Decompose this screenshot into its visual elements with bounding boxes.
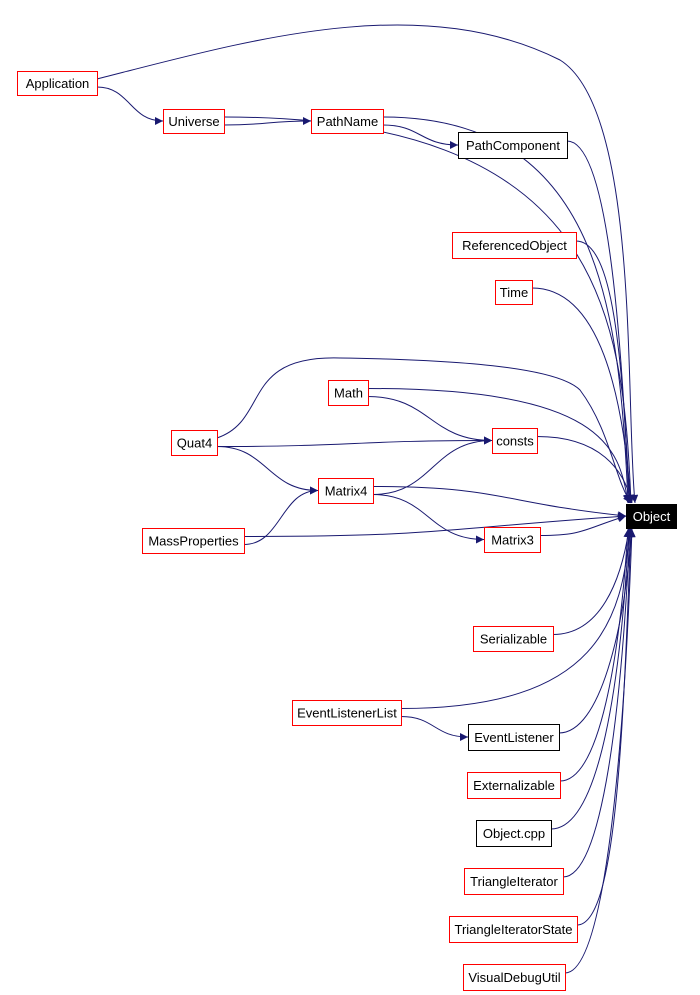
node-externalizable[interactable]: Externalizable <box>467 772 561 799</box>
node-path-name[interactable]: PathName <box>311 109 384 134</box>
edge-quat4-to-matrix4 <box>216 446 319 495</box>
edge-serializable-to-object <box>552 528 632 635</box>
node-object: Object <box>626 504 677 529</box>
node-label: Quat4 <box>177 436 212 451</box>
nodes-layer: Application Universe PathName PathComponent… <box>17 71 677 991</box>
edge-universe-to-object <box>223 116 635 504</box>
node-label: Matrix3 <box>491 533 534 548</box>
node-application[interactable]: Application <box>17 71 98 96</box>
node-object-cpp: Object.cpp <box>476 820 552 847</box>
node-label: PathComponent <box>466 138 560 153</box>
node-label: Externalizable <box>473 778 555 793</box>
node-event-listener: EventListener <box>468 724 560 751</box>
node-label: ReferencedObject <box>462 238 567 253</box>
edge-time-to-object <box>531 287 635 504</box>
node-mass-properties[interactable]: MassProperties <box>142 528 245 554</box>
include-dependency-graph: Application Universe PathName PathComponent… <box>17 24 677 991</box>
node-label: consts <box>496 434 534 449</box>
node-math[interactable]: Math <box>328 380 369 406</box>
node-visual-debug-util[interactable]: VisualDebugUtil <box>463 964 566 991</box>
node-label: TriangleIterator <box>470 874 558 889</box>
edge-quat4-to-consts <box>216 436 493 447</box>
node-quat4[interactable]: Quat4 <box>171 430 218 456</box>
node-label: Math <box>334 386 363 401</box>
node-label: Universe <box>168 114 219 129</box>
edge-matrix4-to-matrix3 <box>372 494 485 544</box>
edge-path-component-to-object <box>566 140 633 504</box>
node-label: Object <box>633 509 671 524</box>
node-consts[interactable]: consts <box>492 428 538 454</box>
edge-visual-debug-util-to-object <box>564 528 636 974</box>
node-label: PathName <box>317 114 378 129</box>
node-path-component: PathComponent <box>458 132 568 159</box>
node-time[interactable]: Time <box>495 280 533 305</box>
node-matrix3[interactable]: Matrix3 <box>484 527 541 553</box>
node-label: MassProperties <box>148 534 239 549</box>
node-universe[interactable]: Universe <box>163 109 225 134</box>
edge-quat4-to-object <box>216 357 632 504</box>
node-label: VisualDebugUtil <box>468 970 560 985</box>
node-matrix4[interactable]: Matrix4 <box>318 478 374 504</box>
edge-consts-to-object <box>536 436 635 504</box>
node-label: Serializable <box>480 632 547 647</box>
node-event-listener-list[interactable]: EventListenerList <box>292 700 402 726</box>
node-label: Matrix4 <box>325 484 368 499</box>
node-label: Time <box>500 285 528 300</box>
edge-event-listener-list-to-object <box>400 528 634 709</box>
node-label: EventListener <box>474 730 554 745</box>
edge-triangle-iterator-to-object <box>562 528 634 878</box>
node-triangle-iterator[interactable]: TriangleIterator <box>464 868 564 895</box>
node-label: Object.cpp <box>483 826 545 841</box>
node-label: TriangleIteratorState <box>454 922 572 937</box>
node-triangle-iterator-state[interactable]: TriangleIteratorState <box>449 916 578 943</box>
edge-externalizable-to-object <box>559 528 632 782</box>
edge-application-to-universe <box>96 86 164 125</box>
edge-matrix4-to-object <box>372 486 627 520</box>
edge-math-to-consts <box>367 396 493 445</box>
node-referenced-object[interactable]: ReferencedObject <box>452 232 577 259</box>
node-serializable[interactable]: Serializable <box>473 626 554 652</box>
edge-universe-to-path-name <box>223 117 312 126</box>
node-label: EventListenerList <box>297 706 397 721</box>
edge-event-listener-list-to-event-listener <box>400 716 469 741</box>
node-label: Application <box>26 76 90 91</box>
